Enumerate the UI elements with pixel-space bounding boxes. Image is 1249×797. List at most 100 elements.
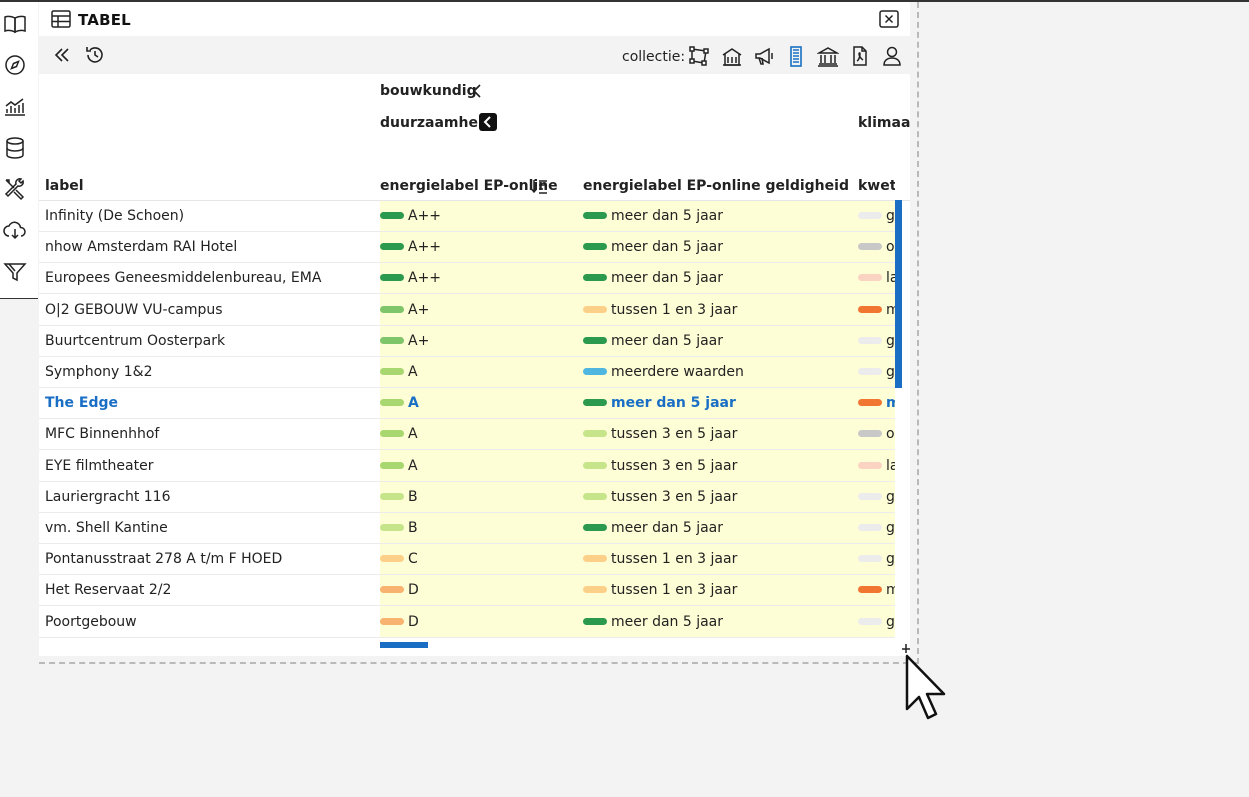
energy-color-bar <box>380 368 404 375</box>
cloud-download-icon[interactable] <box>3 218 27 242</box>
skyscraper-icon[interactable] <box>785 45 807 67</box>
cell-label[interactable]: nhow Amsterdam RAI Hotel <box>45 239 237 255</box>
panel-title: TABEL <box>78 11 131 29</box>
cell-energielabel: A <box>408 457 418 474</box>
cell-energielabel: A <box>408 395 419 412</box>
validity-color-bar <box>583 399 607 407</box>
table-row[interactable]: Pontanusstraat 278 A t/m F HOED Ctussen 1… <box>39 544 895 576</box>
cell-label[interactable]: Pontanusstraat 278 A t/m F HOED <box>45 551 282 567</box>
table-panel: TABEL collectie: bouwkundig duurzaamheid… <box>39 2 919 664</box>
polygon-icon[interactable] <box>688 45 710 67</box>
cell-label[interactable]: vm. Shell Kantine <box>45 520 168 536</box>
cell-energielabel: A <box>408 364 418 380</box>
validity-color-bar <box>583 492 607 500</box>
cell-energielabel: B <box>408 520 418 536</box>
table-row[interactable]: The Edge Ameer dan 5 jaar <box>39 388 895 420</box>
table-row[interactable]: Symphony 1&2 Ameerdere waarden <box>39 357 895 388</box>
cell-energielabel: B <box>408 488 418 505</box>
cell-energielabel: A <box>408 426 418 443</box>
history-icon[interactable] <box>84 44 106 66</box>
table-row[interactable]: vm. Shell Kantine Bmeer dan 5 jaar <box>39 513 895 544</box>
building-icon[interactable] <box>721 45 743 67</box>
table-row[interactable]: O|2 GEBOUW VU-campus A+ tussen 1 en 3 jaar <box>39 295 895 326</box>
megaphone-icon[interactable] <box>753 45 775 67</box>
column-header-kwetsbaarheid[interactable]: kwetsb <box>858 178 895 194</box>
sort-desc-icon[interactable] <box>530 177 548 195</box>
table-icon <box>51 10 71 28</box>
compass-icon[interactable] <box>3 53 27 77</box>
bank-icon[interactable] <box>816 45 840 67</box>
energy-color-bar <box>380 430 404 438</box>
cell-geldigheid: meer dan 5 jaar <box>611 208 724 224</box>
cell-geldigheid: tussen 3 en 5 jaar <box>611 457 738 474</box>
validity-color-bar <box>583 617 607 625</box>
cell-energielabel: A+ <box>408 301 430 318</box>
collapse-group-icon[interactable] <box>470 82 484 100</box>
cell-label[interactable]: EYE filmtheater <box>45 458 153 474</box>
document-icon[interactable] <box>849 45 871 67</box>
table-row[interactable]: Europees Geneesmiddelenbureau, EMA A++ mee… <box>39 263 895 295</box>
cell-label[interactable]: Europees Geneesmiddelenbureau, EMA <box>45 270 321 286</box>
cell-label[interactable]: The Edge <box>45 395 118 411</box>
cell-energielabel: A++ <box>408 239 442 256</box>
double-chevron-left-icon[interactable] <box>51 44 73 66</box>
cell-geldigheid: meer dan 5 jaar <box>611 395 736 412</box>
vertical-scrollbar[interactable] <box>895 200 902 388</box>
table-row[interactable]: nhow Amsterdam RAI Hotel A++ meer dan 5 ja… <box>39 232 895 264</box>
cell-label[interactable]: Infinity (De Schoen) <box>45 208 184 224</box>
cell-geldigheid: tussen 1 en 3 jaar <box>611 551 738 568</box>
cell-geldigheid: meer dan 5 jaar <box>611 270 724 287</box>
database-icon[interactable] <box>3 136 27 160</box>
panel-header: TABEL <box>39 2 910 36</box>
book-icon[interactable] <box>3 12 27 36</box>
energy-color-bar <box>380 555 404 563</box>
validity-color-bar <box>583 524 607 531</box>
cell-label[interactable]: O|2 GEBOUW VU-campus <box>45 302 223 318</box>
table-row[interactable]: Lauriergracht 116 Btussen 3 en 5 jaar <box>39 482 895 513</box>
user-icon[interactable] <box>881 45 903 67</box>
column-header-label[interactable]: label <box>45 178 84 194</box>
validity-color-bar <box>583 586 607 594</box>
table-row[interactable]: EYE filmtheater Atussen 3 en 5 jaar <box>39 451 895 482</box>
cell-label[interactable]: Buurtcentrum Oosterpark <box>45 333 225 349</box>
chart-icon[interactable] <box>3 95 27 119</box>
table-row[interactable]: Het Reservaat 2/2 Dtussen 1 en 3 jaar <box>39 575 895 607</box>
cell-energielabel: A++ <box>408 208 442 224</box>
validity-color-bar <box>583 243 607 251</box>
validity-color-bar <box>583 336 607 344</box>
table-row[interactable]: MFC Binnenhhof Atussen 3 en 5 jaar <box>39 419 895 451</box>
validity-color-bar <box>583 368 607 375</box>
cell-geldigheid: meerdere waarden <box>611 364 744 380</box>
table-row[interactable]: Buurtcentrum Oosterpark A+ meer dan 5 jaar <box>39 326 895 357</box>
cell-geldigheid: tussen 1 en 3 jaar <box>611 301 738 318</box>
filter-icon[interactable] <box>3 260 27 284</box>
validity-color-bar <box>583 212 607 219</box>
cell-label[interactable]: Poortgebouw <box>45 614 137 630</box>
energy-color-bar <box>380 305 404 313</box>
group-header-bouwkundig: bouwkundig <box>380 83 477 99</box>
cell-label[interactable]: Symphony 1&2 <box>45 364 152 380</box>
tools-icon[interactable] <box>3 177 27 201</box>
energy-color-bar <box>380 274 404 282</box>
cell-geldigheid: tussen 3 en 5 jaar <box>611 426 738 443</box>
horizontal-scrollbar[interactable] <box>380 642 428 648</box>
column-header-geldigheid[interactable]: energielabel EP-online geldigheid <box>583 178 849 194</box>
collapse-subgroup-button[interactable] <box>479 113 497 131</box>
collection-label: collectie: <box>622 49 686 65</box>
energy-color-bar <box>380 617 404 625</box>
cell-energielabel: A+ <box>408 332 430 349</box>
close-button[interactable] <box>879 10 899 28</box>
data-table: bouwkundig duurzaamheid klimaa label ene… <box>39 74 910 656</box>
cell-label[interactable]: Het Reservaat 2/2 <box>45 582 171 598</box>
validity-color-bar <box>583 305 607 313</box>
cell-label[interactable]: Lauriergracht 116 <box>45 489 170 505</box>
table-row[interactable]: Poortgebouw Dmeer dan 5 jaar <box>39 607 895 638</box>
energy-color-bar <box>380 212 404 219</box>
validity-color-bar <box>583 461 607 469</box>
cell-energielabel: D <box>408 613 419 630</box>
validity-color-bar <box>583 555 607 563</box>
cell-label[interactable]: MFC Binnenhhof <box>45 426 159 442</box>
energy-color-bar <box>380 461 404 469</box>
cell-geldigheid: meer dan 5 jaar <box>611 613 724 630</box>
table-row[interactable]: Infinity (De Schoen) A++ meer dan 5 jaar <box>39 201 895 232</box>
